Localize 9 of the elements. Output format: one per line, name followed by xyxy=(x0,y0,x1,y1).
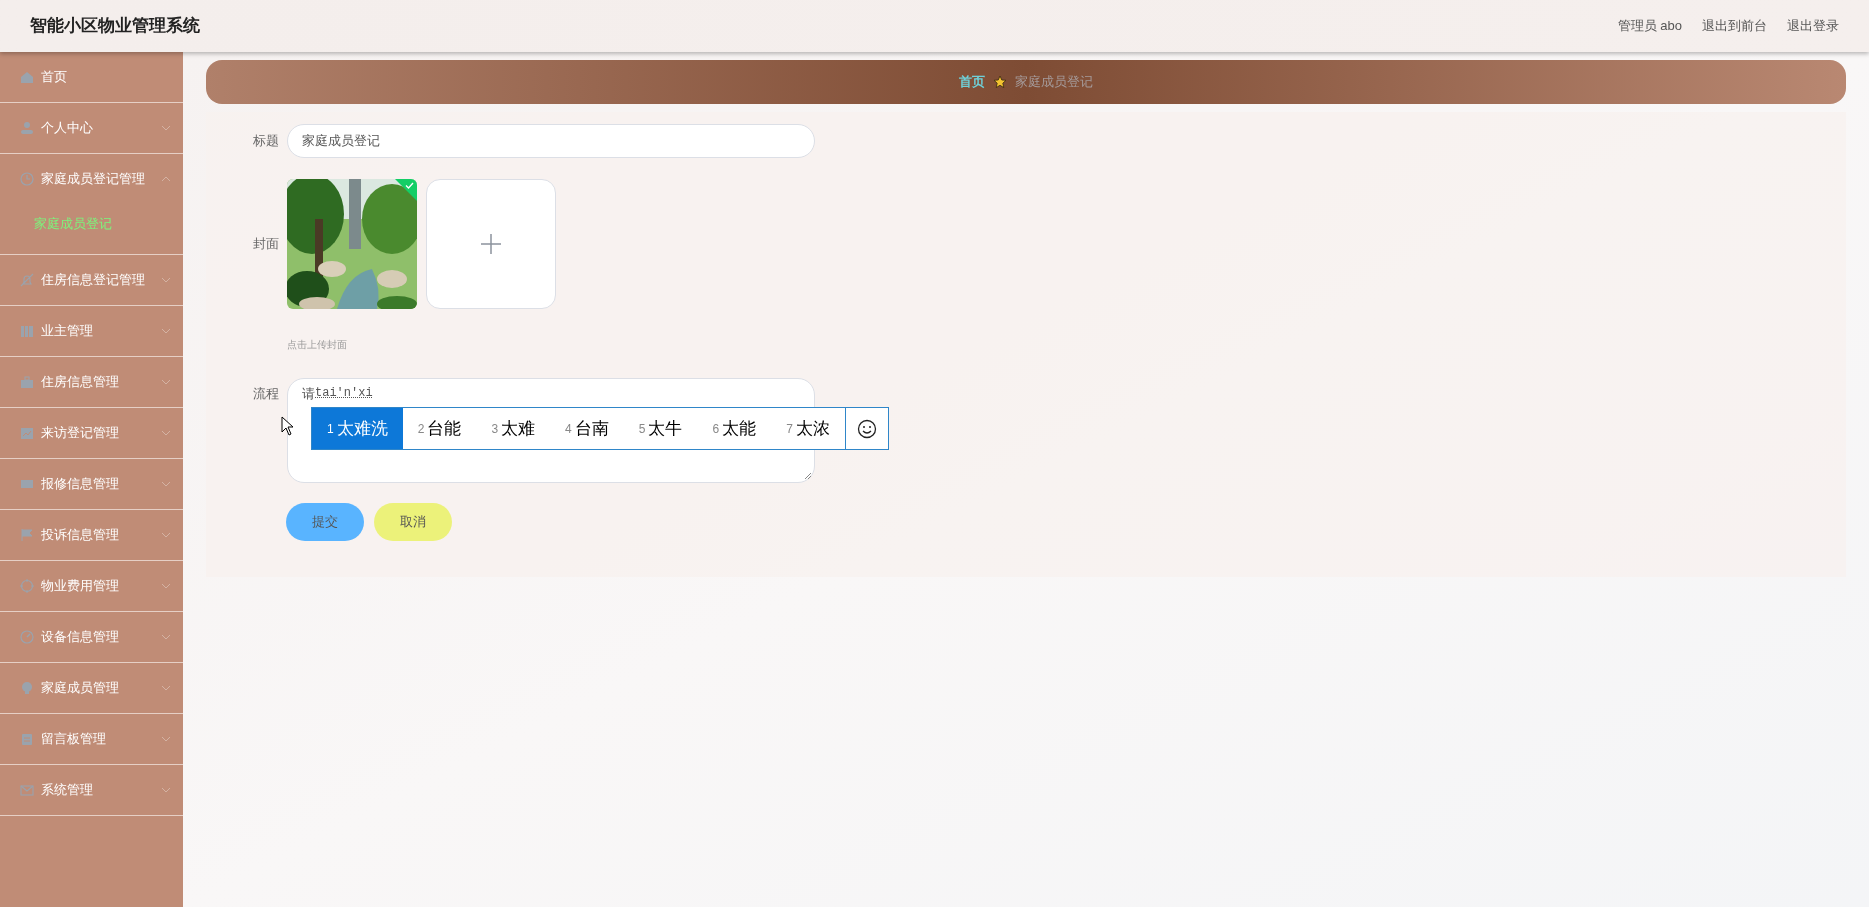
app-title: 智能小区物业管理系统 xyxy=(30,15,200,38)
upload-hint: 点击上传封面 xyxy=(287,338,347,352)
typed-text: 请 xyxy=(302,385,315,403)
field-label: 封面 xyxy=(253,235,280,254)
field-label: 流程 xyxy=(253,385,280,403)
user-label: 管理员 abo xyxy=(1617,17,1682,36)
field-label: 标题 xyxy=(253,132,280,151)
composition-text: tai'n'xi xyxy=(315,385,373,402)
breadcrumb-current: 家庭成员登记 xyxy=(1015,73,1093,92)
